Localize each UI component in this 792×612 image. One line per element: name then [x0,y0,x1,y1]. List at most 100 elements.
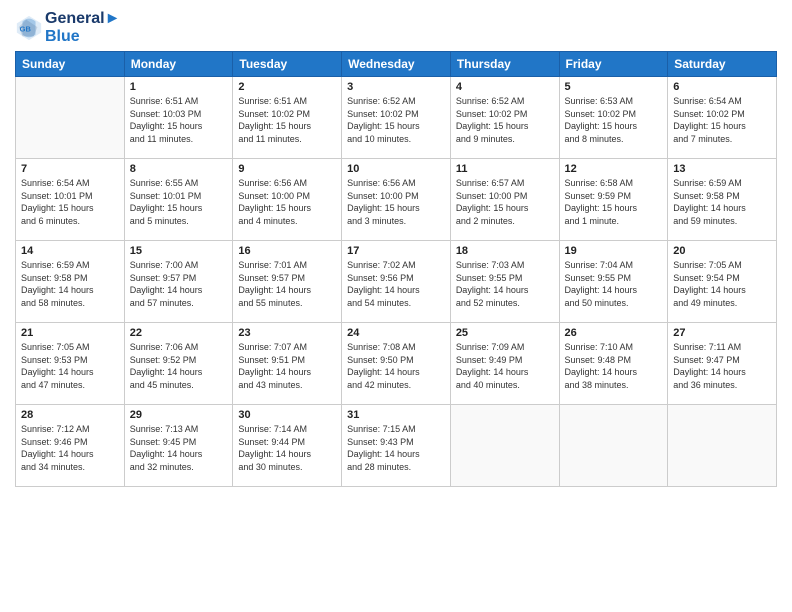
day-info: Sunrise: 6:55 AM Sunset: 10:01 PM Daylig… [130,177,228,227]
day-info: Sunrise: 6:59 AM Sunset: 9:58 PM Dayligh… [673,177,771,227]
calendar-cell: 21 Sunrise: 7:05 AM Sunset: 9:53 PM Dayli… [16,323,125,405]
day-info: Sunrise: 6:58 AM Sunset: 9:59 PM Dayligh… [565,177,663,227]
calendar-cell: 14 Sunrise: 6:59 AM Sunset: 9:58 PM Dayli… [16,241,125,323]
day-number: 21 [21,327,119,339]
calendar-cell: 2Sunrise: 6:51 AM Sunset: 10:02 PM Dayli… [233,77,342,159]
day-number: 13 [673,163,771,175]
calendar-cell: 26Sunrise: 7:10 AM Sunset: 9:48 PM Dayli… [559,323,668,405]
day-info: Sunrise: 6:56 AM Sunset: 10:00 PM Daylig… [347,177,445,227]
day-info: Sunrise: 7:02 AM Sunset: 9:56 PM Dayligh… [347,259,445,309]
day-number: 27 [673,327,771,339]
calendar-week-row: 7Sunrise: 6:54 AM Sunset: 10:01 PM Dayli… [16,159,777,241]
day-info: Sunrise: 6:54 AM Sunset: 10:02 PM Daylig… [673,95,771,145]
day-number: 30 [238,409,336,421]
calendar-cell: 3 Sunrise: 6:52 AM Sunset: 10:02 PM Dayli… [342,77,451,159]
logo-line2: Blue [45,28,120,46]
day-info: Sunrise: 6:51 AM Sunset: 10:02 PM Daylig… [238,95,336,145]
calendar-cell: 7Sunrise: 6:54 AM Sunset: 10:01 PM Dayli… [16,159,125,241]
day-number: 6 [673,81,771,93]
weekday-header: Wednesday [342,52,451,77]
calendar-cell: 8 Sunrise: 6:55 AM Sunset: 10:01 PM Dayli… [124,159,233,241]
day-info: Sunrise: 7:05 AM Sunset: 9:53 PM Dayligh… [21,341,119,391]
calendar-cell: 10 Sunrise: 6:56 AM Sunset: 10:00 PM Dayl… [342,159,451,241]
calendar-cell: 29 Sunrise: 7:13 AM Sunset: 9:45 PM Dayli… [124,405,233,487]
weekday-header-row: SundayMondayTuesdayWednesdayThursdayFrid… [16,52,777,77]
day-number: 5 [565,81,663,93]
day-number: 24 [347,327,445,339]
day-number: 12 [565,163,663,175]
calendar-cell [559,405,668,487]
calendar-week-row: 28 Sunrise: 7:12 AM Sunset: 9:46 PM Dayli… [16,405,777,487]
day-number: 3 [347,81,445,93]
day-info: Sunrise: 6:51 AM Sunset: 10:03 PM Daylig… [130,95,228,145]
logo-line1: General► [45,10,120,28]
day-number: 16 [238,245,336,257]
day-number: 28 [21,409,119,421]
day-number: 17 [347,245,445,257]
day-info: Sunrise: 7:10 AM Sunset: 9:48 PM Dayligh… [565,341,663,391]
day-number: 29 [130,409,228,421]
header: GB General► Blue [15,10,777,45]
calendar-cell: 22Sunrise: 7:06 AM Sunset: 9:52 PM Dayli… [124,323,233,405]
day-number: 15 [130,245,228,257]
calendar-week-row: 1 Sunrise: 6:51 AM Sunset: 10:03 PM Dayli… [16,77,777,159]
day-number: 8 [130,163,228,175]
day-info: Sunrise: 7:07 AM Sunset: 9:51 PM Dayligh… [238,341,336,391]
weekday-header: Tuesday [233,52,342,77]
calendar-cell: 1 Sunrise: 6:51 AM Sunset: 10:03 PM Dayli… [124,77,233,159]
weekday-header: Sunday [16,52,125,77]
day-info: Sunrise: 6:52 AM Sunset: 10:02 PM Daylig… [347,95,445,145]
calendar-cell: 27Sunrise: 7:11 AM Sunset: 9:47 PM Dayli… [668,323,777,405]
day-info: Sunrise: 6:53 AM Sunset: 10:02 PM Daylig… [565,95,663,145]
day-number: 9 [238,163,336,175]
svg-text:GB: GB [20,24,32,33]
calendar-cell: 17 Sunrise: 7:02 AM Sunset: 9:56 PM Dayli… [342,241,451,323]
calendar-week-row: 14 Sunrise: 6:59 AM Sunset: 9:58 PM Dayli… [16,241,777,323]
weekday-header: Monday [124,52,233,77]
day-info: Sunrise: 6:56 AM Sunset: 10:00 PM Daylig… [238,177,336,227]
calendar-cell: 4 Sunrise: 6:52 AM Sunset: 10:02 PM Dayli… [450,77,559,159]
calendar-cell: 25 Sunrise: 7:09 AM Sunset: 9:49 PM Dayli… [450,323,559,405]
day-info: Sunrise: 7:12 AM Sunset: 9:46 PM Dayligh… [21,423,119,473]
logo-icon: GB [15,14,43,42]
day-number: 19 [565,245,663,257]
day-number: 10 [347,163,445,175]
calendar-cell: 9 Sunrise: 6:56 AM Sunset: 10:00 PM Dayli… [233,159,342,241]
weekday-header: Saturday [668,52,777,77]
day-info: Sunrise: 6:57 AM Sunset: 10:00 PM Daylig… [456,177,554,227]
calendar-cell: 11Sunrise: 6:57 AM Sunset: 10:00 PM Dayl… [450,159,559,241]
day-info: Sunrise: 6:52 AM Sunset: 10:02 PM Daylig… [456,95,554,145]
calendar-cell: 20 Sunrise: 7:05 AM Sunset: 9:54 PM Dayli… [668,241,777,323]
calendar-week-row: 21 Sunrise: 7:05 AM Sunset: 9:53 PM Dayli… [16,323,777,405]
calendar-cell: 13 Sunrise: 6:59 AM Sunset: 9:58 PM Dayli… [668,159,777,241]
day-number: 20 [673,245,771,257]
calendar-cell: 6 Sunrise: 6:54 AM Sunset: 10:02 PM Dayli… [668,77,777,159]
day-number: 18 [456,245,554,257]
logo: GB General► Blue [15,10,120,45]
calendar-cell: 12 Sunrise: 6:58 AM Sunset: 9:59 PM Dayli… [559,159,668,241]
weekday-header: Friday [559,52,668,77]
day-number: 31 [347,409,445,421]
day-number: 1 [130,81,228,93]
calendar-cell: 19 Sunrise: 7:04 AM Sunset: 9:55 PM Dayli… [559,241,668,323]
day-info: Sunrise: 7:04 AM Sunset: 9:55 PM Dayligh… [565,259,663,309]
calendar-cell: 28 Sunrise: 7:12 AM Sunset: 9:46 PM Dayli… [16,405,125,487]
page: GB General► Blue SundayMondayTuesdayWedn… [0,0,792,612]
day-info: Sunrise: 7:01 AM Sunset: 9:57 PM Dayligh… [238,259,336,309]
day-info: Sunrise: 7:14 AM Sunset: 9:44 PM Dayligh… [238,423,336,473]
day-number: 7 [21,163,119,175]
calendar-cell [16,77,125,159]
day-info: Sunrise: 7:05 AM Sunset: 9:54 PM Dayligh… [673,259,771,309]
day-number: 4 [456,81,554,93]
calendar-cell: 30 Sunrise: 7:14 AM Sunset: 9:44 PM Dayli… [233,405,342,487]
day-number: 14 [21,245,119,257]
day-info: Sunrise: 7:00 AM Sunset: 9:57 PM Dayligh… [130,259,228,309]
day-info: Sunrise: 7:08 AM Sunset: 9:50 PM Dayligh… [347,341,445,391]
calendar-cell: 18Sunrise: 7:03 AM Sunset: 9:55 PM Dayli… [450,241,559,323]
day-number: 25 [456,327,554,339]
calendar-cell [668,405,777,487]
calendar-cell: 15 Sunrise: 7:00 AM Sunset: 9:57 PM Dayli… [124,241,233,323]
day-info: Sunrise: 7:09 AM Sunset: 9:49 PM Dayligh… [456,341,554,391]
day-info: Sunrise: 7:13 AM Sunset: 9:45 PM Dayligh… [130,423,228,473]
day-info: Sunrise: 6:59 AM Sunset: 9:58 PM Dayligh… [21,259,119,309]
